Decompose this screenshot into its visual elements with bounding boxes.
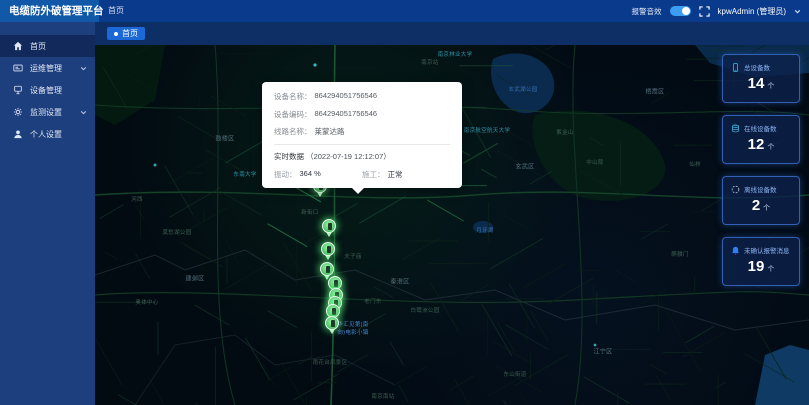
breadcrumb: 首页 (108, 6, 124, 15)
ops-icon (13, 63, 23, 73)
sidebar-item-profile[interactable]: 个人设置 (0, 123, 95, 145)
device-marker[interactable] (321, 242, 335, 260)
stat-unit: 个 (767, 83, 775, 90)
sidebar-item-label: 首页 (30, 41, 46, 51)
device-marker-icon (321, 242, 335, 256)
sidebar-item-device[interactable]: 设备管理 (0, 79, 95, 101)
popup-metric: 施工： 正常 (362, 169, 450, 180)
stat-card-online[interactable]: 在线设备数 12 个 (722, 115, 800, 164)
alarm-sound-label: 报警音效 (631, 6, 662, 16)
popup-metric-label: 施工： (362, 170, 385, 179)
popup-field-value: 864294051756546 (314, 91, 378, 100)
sidebar-item-ops[interactable]: 运维管理 (0, 57, 95, 79)
popup-metrics: 振动： 364 % 施工： 正常 (274, 169, 450, 180)
popup-metric-label: 振动： (274, 170, 297, 179)
popup-field: 设备名称： 864294051756546 (274, 91, 450, 102)
stat-card-total[interactable]: 总设备数 14 个 (722, 54, 800, 103)
sidebar-item-label: 设备管理 (30, 85, 62, 95)
device-marker-icon (325, 316, 339, 330)
popup-field-value: 864294051756546 (314, 108, 378, 118)
popup-field-label: 线路名称： (274, 127, 312, 136)
device-marker[interactable] (322, 219, 336, 237)
stat-label: 未确认报警消息 (744, 248, 790, 255)
chevron-down-icon[interactable] (794, 8, 801, 15)
sidebar-item-label: 个人设置 (30, 129, 62, 139)
popup-realtime: 实时数据 （2022-07-19 12:12:07） (274, 151, 450, 162)
app-header: 电缆防外破管理平台 首页 报警音效 kpwAdmin (管理员) (0, 0, 809, 22)
header-actions: 报警音效 kpwAdmin (管理员) (632, 0, 801, 22)
popup-metric-value: 364 % (299, 169, 321, 178)
district-boundary (134, 334, 396, 405)
online-icon (731, 124, 740, 133)
park-shape (95, 45, 165, 125)
stat-unit: 个 (767, 266, 775, 273)
popup-metric: 振动： 364 % (274, 169, 362, 180)
tab-home[interactable]: 首页 (107, 27, 145, 40)
sidebar-item-home[interactable]: 首页 (0, 35, 95, 57)
hill-shape (532, 110, 666, 201)
device-popup: 设备名称： 864294051756546 设备编码： 864294051756… (262, 82, 462, 194)
tab-active-dot (114, 31, 118, 36)
sidebar: 首页 运维管理 设备管理 监测设置 个人设置 (0, 22, 95, 405)
popup-field-value: 莱蒙达路 (314, 127, 345, 136)
home-icon (13, 41, 23, 51)
offline-icon (731, 185, 740, 194)
stat-label: 在线设备数 (744, 126, 777, 133)
alarm-sound-toggle[interactable] (669, 6, 691, 16)
sidebar-menu: 首页 运维管理 设备管理 监测设置 个人设置 (0, 22, 95, 145)
popup-field-label: 设备编码： (274, 109, 312, 119)
stat-unit: 个 (767, 144, 775, 151)
sidebar-item-monitor[interactable]: 监测设置 (0, 101, 95, 123)
popup-field: 设备编码： 864294051756546 (274, 109, 450, 120)
device-marker[interactable] (325, 316, 339, 334)
device-marker-icon (322, 219, 336, 233)
chevron-down-icon (80, 109, 87, 116)
gear-icon (13, 107, 23, 117)
stat-value: 14 (747, 75, 765, 92)
popup-metric-value: 正常 (387, 170, 403, 179)
small-lake (473, 221, 493, 233)
popup-field-label: 设备名称： (274, 92, 312, 101)
user-icon (13, 129, 23, 139)
popup-field: 线路名称： 莱蒙达路 (274, 126, 450, 137)
bell-icon (731, 246, 740, 255)
device-icon (13, 85, 23, 95)
stat-card-alarms[interactable]: 未确认报警消息 19 个 (722, 237, 800, 286)
fullscreen-icon[interactable] (698, 5, 710, 17)
stat-label: 总设备数 (744, 65, 770, 72)
sidebar-item-label: 监测设置 (30, 107, 62, 117)
stat-value: 19 (747, 258, 765, 275)
realtime-timestamp: （2022-07-19 12:12:07） (306, 152, 391, 161)
popup-divider (274, 144, 450, 145)
district-boundary (95, 249, 809, 331)
realtime-title: 实时数据 (274, 152, 304, 161)
stat-card-offline[interactable]: 离线设备数 2个 (722, 176, 800, 225)
sidebar-item-label: 运维管理 (30, 63, 62, 73)
stat-unit: 个 (763, 205, 771, 212)
chevron-down-icon (80, 65, 87, 72)
tab-bar: 首页 (95, 22, 809, 45)
user-menu[interactable]: kpwAdmin (管理员) (718, 6, 786, 17)
app-title: 电缆防外破管理平台 (0, 0, 104, 22)
phone-icon (731, 62, 740, 72)
tab-label: 首页 (122, 29, 138, 38)
stat-label: 离线设备数 (744, 187, 777, 194)
device-marker-icon (320, 262, 334, 276)
lake-shape (491, 53, 555, 114)
stat-value: 2 (751, 197, 761, 214)
stat-value: 12 (747, 136, 765, 153)
